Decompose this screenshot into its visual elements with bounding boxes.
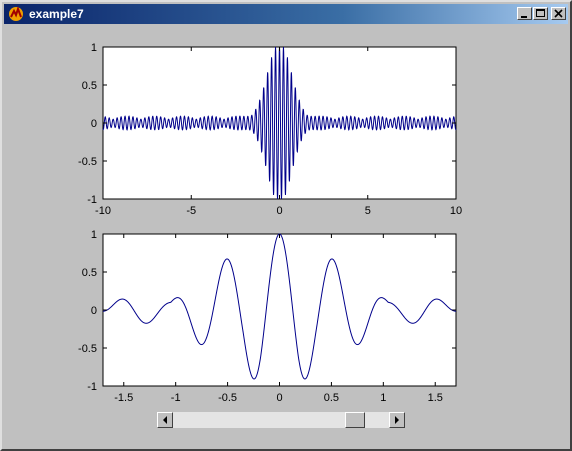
x-tick-label: 1.5 bbox=[428, 392, 443, 404]
axes-2 bbox=[102, 233, 457, 387]
scroll-left-button[interactable] bbox=[157, 412, 173, 428]
x-tick-label: -10 bbox=[95, 205, 111, 217]
figure-canvas: -10 -5 0 5 10-1-0.500.51-1.5 -1 -0.5 0 0.5 1 1.5-1… bbox=[78, 42, 462, 404]
x-tick-label: 1 bbox=[380, 392, 386, 404]
x-tick-label: 5 bbox=[365, 205, 371, 217]
y-tick-label: -0.5 bbox=[78, 343, 97, 355]
y-tick-label: -1 bbox=[87, 381, 97, 393]
y-tick-label: 0 bbox=[91, 118, 97, 130]
y-tick-label: 1 bbox=[91, 42, 97, 54]
x-tick-label: 0 bbox=[276, 392, 282, 404]
x-tick-label: -5 bbox=[186, 205, 196, 217]
horizontal-slider[interactable] bbox=[157, 412, 405, 428]
y-tick-label: 0 bbox=[91, 305, 97, 317]
arrow-right-icon bbox=[395, 416, 399, 424]
scroll-right-button[interactable] bbox=[389, 412, 405, 428]
x-tick-label: 0.5 bbox=[324, 392, 339, 404]
x-tick-label: -1 bbox=[171, 392, 181, 404]
y-tick-label: -1 bbox=[87, 194, 97, 206]
x-tick-label: -1.5 bbox=[114, 392, 133, 404]
y-tick-label: 0.5 bbox=[82, 267, 97, 279]
x-tick-label: 0 bbox=[276, 205, 282, 217]
y-tick-label: 0.5 bbox=[82, 80, 97, 92]
x-tick-label: -0.5 bbox=[218, 392, 237, 404]
y-tick-label: 1 bbox=[91, 229, 97, 241]
slider-thumb[interactable] bbox=[345, 412, 366, 428]
y-tick-label: -0.5 bbox=[78, 156, 97, 168]
x-tick-label: 10 bbox=[450, 205, 462, 217]
arrow-left-icon bbox=[163, 416, 167, 424]
